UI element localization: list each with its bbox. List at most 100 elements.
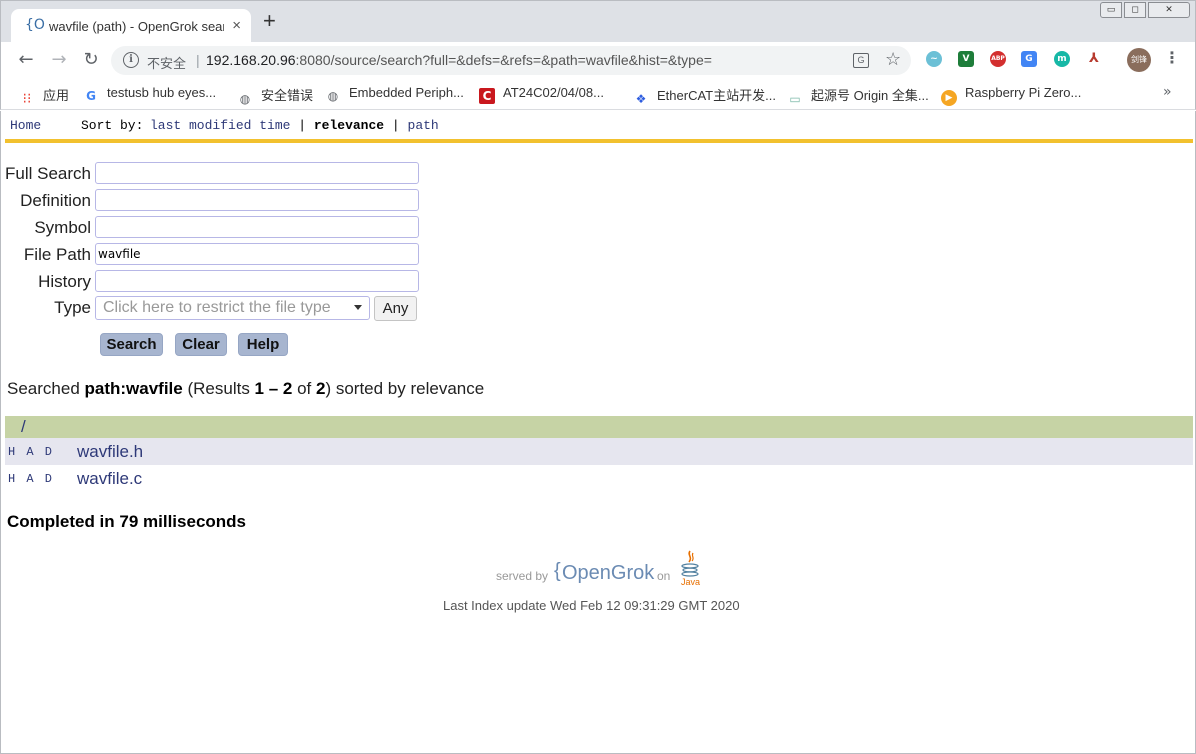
browser-toolbar: ← → ↻ i 不安全 | 192.168.20.96:8080/source/… <box>0 42 1196 78</box>
bookmark-label: AT24C02/04/08... <box>503 85 604 100</box>
window-minimize-button[interactable]: ▭ <box>1100 2 1122 18</box>
extension-v-icon[interactable]: V <box>958 51 974 67</box>
symbol-row: Symbol <box>1 216 421 240</box>
summary-prefix: Searched <box>7 379 85 398</box>
bookmark-security-error[interactable]: ◍ 安全错误 <box>237 85 314 106</box>
bookmark-at24c02[interactable]: C AT24C02/04/08... <box>479 85 604 104</box>
summary-range: 1 – 2 <box>254 379 293 398</box>
tab-close-icon[interactable]: × <box>232 17 241 34</box>
summary-query: path:wavfile <box>84 379 183 398</box>
table-row: H A D wavfile.c <box>5 465 1193 492</box>
chevron-down-icon[interactable] <box>354 305 362 310</box>
definition-input[interactable] <box>95 189 419 211</box>
sort-relevance-current: relevance <box>313 118 385 133</box>
directory-link[interactable]: / <box>21 417 26 437</box>
google-icon: G <box>86 89 96 103</box>
summary-suffix: ) sorted by relevance <box>325 379 485 398</box>
last-index-update: Last Index update Wed Feb 12 09:31:29 GM… <box>443 598 740 613</box>
on-text: on <box>657 569 671 583</box>
symbol-label: Symbol <box>34 218 91 237</box>
sort-by-label: Sort by: <box>81 118 144 133</box>
info-icon[interactable]: i <box>123 52 139 68</box>
history-input[interactable] <box>95 270 419 292</box>
csdn-icon: C <box>479 88 495 104</box>
type-label: Type <box>54 298 91 317</box>
new-tab-button[interactable]: + <box>263 10 276 32</box>
history-row: History <box>1 270 421 294</box>
sort-options: last modified time | relevance | path <box>150 118 439 133</box>
bookmark-star-icon[interactable]: ☆ <box>885 49 901 70</box>
bookmark-raspberry[interactable]: ▶ Raspberry Pi Zero... <box>941 85 1082 106</box>
file-link[interactable]: wavfile.h <box>77 442 143 462</box>
bookmarks-bar: ⁝⁝ 应用 Gtestusb hub eyes... ◍ 安全错误 ◍ Embedde… <box>0 78 1196 110</box>
globe-icon: ◍ <box>239 92 251 106</box>
history-annotate-download-links[interactable]: H A D <box>8 445 54 459</box>
bookmark-ethercat[interactable]: ❖ EtherCAT主站开发... <box>633 85 776 106</box>
browser-menu-icon[interactable]: ⋮ <box>1164 48 1180 67</box>
bookmark-testusb[interactable]: Gtestusb hub eyes... <box>83 85 216 103</box>
title-bar: {O wavfile (path) - OpenGrok search × + … <box>0 0 1196 43</box>
apps-grid-icon: ⁝⁝ <box>22 91 32 107</box>
tab-title: wavfile (path) - OpenGrok search <box>49 19 224 34</box>
url-host: 192.168.20.96 <box>206 52 296 68</box>
bookmarks-overflow-icon[interactable]: » <box>1163 84 1172 100</box>
definition-row: Definition <box>1 189 421 213</box>
extension-m-icon[interactable]: m <box>1054 51 1070 67</box>
adblock-icon[interactable]: ABP <box>990 51 1006 67</box>
bookmark-label: Embedded Periph... <box>349 85 464 100</box>
summary-of: of <box>292 379 316 398</box>
avatar[interactable]: 剑锋 <box>1127 48 1151 72</box>
help-button[interactable]: Help <box>238 333 288 356</box>
url-path: :8080/source/search?full=&defs=&refs=&pa… <box>295 52 712 68</box>
bookmark-apps[interactable]: ⁝⁝ 应用 <box>19 85 70 107</box>
google-translate-icon[interactable]: G <box>1021 51 1037 67</box>
opengrok-brand: OpenGrok <box>562 562 655 584</box>
full-search-input[interactable] <box>95 162 419 184</box>
search-summary: Searched path:wavfile (Results 1 – 2 of … <box>7 379 484 399</box>
play-icon: ▶ <box>941 90 957 106</box>
translate-icon[interactable]: G <box>853 53 869 68</box>
history-annotate-download-links[interactable]: H A D <box>8 472 54 486</box>
sort-path-link[interactable]: path <box>408 118 439 133</box>
symbol-input[interactable] <box>95 216 419 238</box>
security-label[interactable]: 不安全 <box>147 53 186 72</box>
summary-results-open: (Results <box>182 379 255 398</box>
address-bar[interactable]: i 不安全 | 192.168.20.96:8080/source/search… <box>111 46 911 75</box>
opengrok-favicon-icon: {O <box>25 17 45 33</box>
bookmark-embedded[interactable]: ◍ Embedded Periph... <box>325 85 464 103</box>
url-text[interactable]: 192.168.20.96:8080/source/search?full=&d… <box>206 52 712 68</box>
bookmark-label: testusb hub eyes... <box>107 85 217 100</box>
bookmark-label: 应用 <box>43 88 70 103</box>
type-select[interactable]: Click here to restrict the file type <box>95 296 370 320</box>
url-separator: | <box>196 52 200 68</box>
type-any-button[interactable]: Any <box>374 296 417 321</box>
full-search-label: Full Search <box>5 164 91 183</box>
home-link[interactable]: Home <box>10 118 41 133</box>
clear-button[interactable]: Clear <box>175 333 227 356</box>
completion-time: Completed in 79 milliseconds <box>7 512 247 531</box>
sort-separator: | <box>298 118 307 133</box>
pdf-icon[interactable]: ⅄ <box>1086 51 1102 67</box>
window-close-button[interactable]: ✕ <box>1148 2 1190 18</box>
window-maximize-button[interactable]: ◻ <box>1124 2 1146 18</box>
table-row: H A D wavfile.h <box>5 438 1193 465</box>
browser-tab[interactable]: {O wavfile (path) - OpenGrok search × <box>11 9 251 43</box>
forward-arrow-icon[interactable]: → <box>47 48 71 72</box>
java-logo-icon: Java <box>681 550 700 587</box>
top-menu: Home <box>10 118 41 133</box>
extension-bird-icon[interactable]: ~ <box>926 51 942 67</box>
file-link[interactable]: wavfile.c <box>77 469 142 489</box>
bookmark-origin[interactable]: ▭ 起源号 Origin 全集... <box>787 85 928 106</box>
reload-icon[interactable]: ↻ <box>79 48 103 72</box>
file-path-input[interactable] <box>95 243 419 265</box>
history-label: History <box>38 272 91 291</box>
sort-last-modified-link[interactable]: last modified time <box>150 118 290 133</box>
served-by-logo[interactable]: served by { OpenGrok on Java <box>496 549 716 591</box>
search-button[interactable]: Search <box>100 333 163 356</box>
type-row: Type Click here to restrict the file typ… <box>1 296 421 321</box>
bookmark-label: 安全错误 <box>261 88 314 103</box>
accent-divider <box>5 139 1193 143</box>
java-label: Java <box>681 577 700 587</box>
back-arrow-icon[interactable]: ← <box>14 48 38 72</box>
bookmark-label: Raspberry Pi Zero... <box>965 85 1082 100</box>
